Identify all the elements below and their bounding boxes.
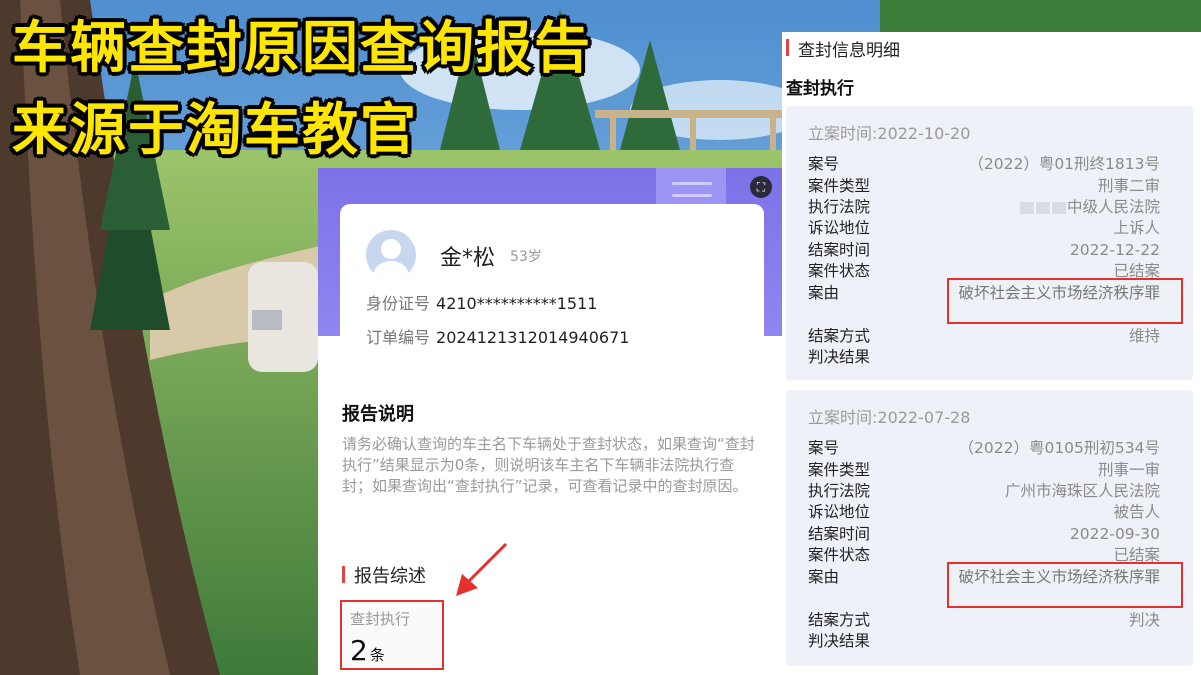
order-number-value: 20241213120149406​71 — [436, 328, 630, 347]
owner-profile-card: 金*松 53岁 身份证号 4210**********1511 订单编号 20241… — [340, 204, 764, 356]
record-filed-date: 立案时间:2022-07-28 — [808, 408, 971, 427]
detail-title: 查封信息明细 — [786, 36, 900, 61]
seizure-detail-panel: 查封信息明细 查封执行 立案时间:2022-10-20 案号 （2022）粤01刑… — [782, 32, 1201, 675]
seizure-record-2: 立案时间:2022-07-28 案号 （2022）粤0105刑初534号 案件类型… — [786, 390, 1193, 666]
seizure-count-stat[interactable]: 查封执行 2条 — [340, 600, 444, 670]
seizure-record-1: 立案时间:2022-10-20 案号 （2022）粤01刑终1813号 案件类型刑… — [786, 106, 1193, 380]
report-description-text: 请务必确认查询的车主名下车辆处于查封状态，如果查询“查封执行”结果显示为0条，则… — [342, 435, 755, 495]
id-number-label: 身份证号 — [366, 294, 431, 313]
headline-source: 来源于淘车教官 — [12, 98, 418, 163]
detail-subtitle: 查封执行 — [786, 79, 854, 99]
report-description-title: 报告说明 — [342, 404, 414, 425]
report-summary-title: 报告综述 — [342, 562, 426, 588]
owner-name: 金*松 — [440, 246, 496, 271]
owner-age: 53岁 — [510, 249, 542, 265]
reason-highlight-box — [947, 562, 1183, 608]
seizure-count-value: 2 — [350, 634, 368, 667]
order-number-row: 订单编号 20241213120149406​71 — [366, 324, 629, 348]
headline-title: 车辆查封原因查询报告 — [12, 16, 592, 81]
order-number-label: 订单编号 — [366, 328, 431, 347]
seizure-count-unit: 条 — [369, 646, 385, 664]
report-summary-panel: ⛶ 金*松 53岁 身份证号 4210**********1511 订单编号 202… — [318, 168, 782, 675]
seizure-count-label: 查封执行 — [350, 610, 411, 628]
avatar — [366, 230, 416, 280]
red-arrow-annotation — [456, 542, 508, 596]
id-number-row: 身份证号 4210**********1511 — [366, 290, 597, 314]
id-number-value: 4210**********1511 — [436, 294, 598, 313]
scan-icon[interactable]: ⛶ — [750, 176, 772, 198]
record-filed-date: 立案时间:2022-10-20 — [808, 124, 971, 143]
reason-highlight-box — [947, 278, 1183, 324]
